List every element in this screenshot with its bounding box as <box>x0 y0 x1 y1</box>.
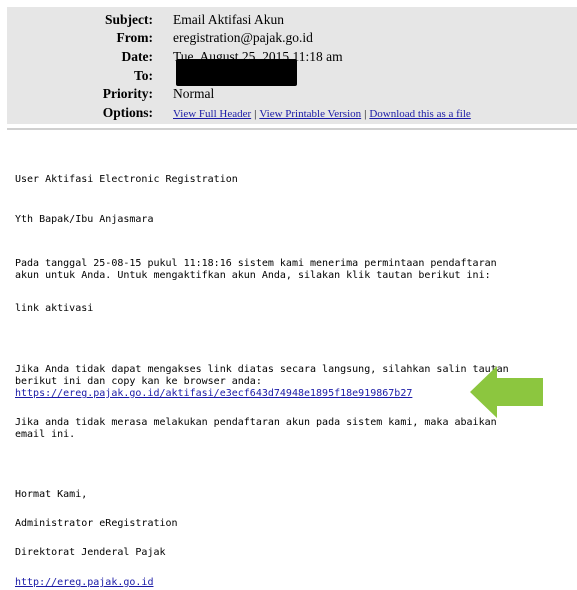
body-para2-line1: Jika Anda tidak dapat mengakses link dia… <box>15 364 509 375</box>
body-para1-line1: Pada tanggal 25-08-15 pukul 11:18:16 sis… <box>15 258 497 269</box>
subject-label: Subject: <box>105 12 153 27</box>
closing-text: Hormat Kami, <box>15 489 88 500</box>
header-divider <box>7 128 577 130</box>
arrow-left-icon <box>470 366 543 418</box>
view-full-header-link[interactable]: View Full Header <box>173 108 251 120</box>
from-label: From: <box>116 30 154 45</box>
body-para3-line1: Jika anda tidak merasa melakukan pendaft… <box>15 417 497 428</box>
body-para2-line2: berikut ini dan copy kan ke browser anda… <box>15 376 262 387</box>
options-label: Options: <box>102 105 153 120</box>
priority-row: Priority: Normal <box>7 86 577 104</box>
email-header: Subject: Email Aktifasi Akun From: eregi… <box>7 7 577 124</box>
options-separator: | <box>364 108 367 120</box>
signature-org: Direktorat Jenderal Pajak <box>15 547 166 558</box>
view-printable-link[interactable]: View Printable Version <box>259 108 361 120</box>
signature-role: Administrator eRegistration <box>15 518 178 529</box>
activation-link[interactable]: link aktivasi <box>15 303 93 315</box>
priority-value: Normal <box>173 86 215 101</box>
options-row: Options: View Full Header | View Printable… <box>7 105 577 123</box>
subject-row: Subject: Email Aktifasi Akun <box>7 12 577 30</box>
subject-value: Email Aktifasi Akun <box>173 12 284 27</box>
site-url-link[interactable]: http://ereg.pajak.go.id <box>15 577 153 589</box>
body-para1-line2: akun untuk Anda. Untuk mengaktifkan akun… <box>15 270 491 281</box>
options-links: View Full Header | View Printable Version |… <box>173 105 471 121</box>
body-para3-line2: email ini. <box>15 429 76 440</box>
to-label: To: <box>133 68 153 83</box>
from-row: From: eregistration@pajak.go.id <box>7 30 577 48</box>
download-file-link[interactable]: Download this as a file <box>369 108 470 120</box>
activation-url-link[interactable]: https://ereg.pajak.go.id/aktifasi/e3ecf6… <box>15 388 412 400</box>
from-value: eregistration@pajak.go.id <box>173 30 313 45</box>
body-title: User Aktifasi Electronic Registration <box>15 174 238 185</box>
priority-label: Priority: <box>102 86 153 101</box>
options-separator: | <box>254 108 257 120</box>
redacted-recipient <box>176 59 297 86</box>
body-greeting: Yth Bapak/Ibu Anjasmara <box>15 214 154 225</box>
date-label: Date: <box>121 49 153 64</box>
